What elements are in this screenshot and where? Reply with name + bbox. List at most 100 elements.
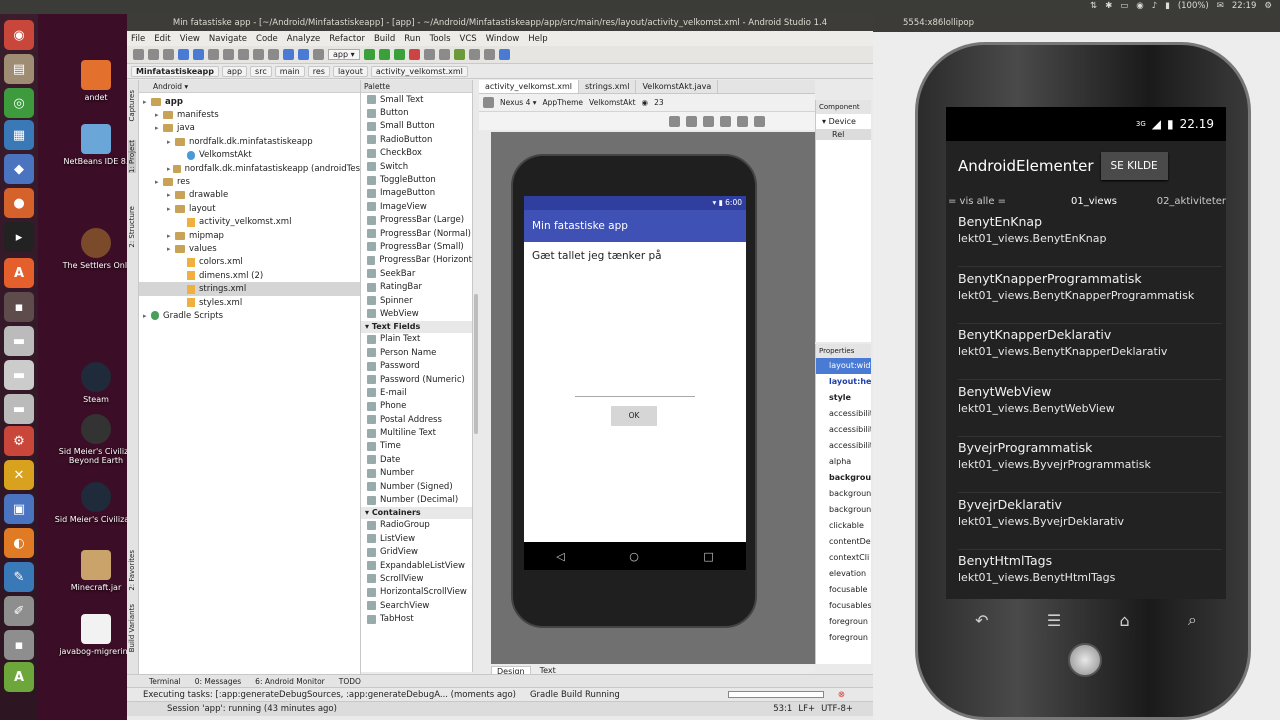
tree-item[interactable]: activity_velkomst.xml	[139, 216, 360, 229]
replace-icon[interactable]	[268, 49, 279, 60]
text-editor-icon[interactable]: ✐	[4, 596, 34, 626]
tab-android-monitor[interactable]: 6: Android Monitor	[255, 677, 325, 686]
palette-item[interactable]: Number (Signed)	[361, 480, 472, 493]
palette-item[interactable]: WebView	[361, 307, 472, 320]
palette-item[interactable]: ImageButton	[361, 187, 472, 200]
tab-vis-alle[interactable]: = vis alle =	[946, 196, 1046, 207]
search-icon[interactable]: ⌕	[1188, 610, 1197, 630]
palette-item[interactable]: Spinner	[361, 294, 472, 307]
property-row[interactable]: foregroun	[816, 630, 871, 646]
trackball[interactable]	[1068, 643, 1102, 677]
sync-icon[interactable]	[163, 49, 174, 60]
palette-item[interactable]: Phone	[361, 400, 472, 413]
list-item[interactable]: ByvejrDeklarativ lekt01_views.ByvejrDekla…	[958, 494, 1222, 550]
android-studio-icon[interactable]: A	[4, 662, 34, 692]
palette-item[interactable]: Time	[361, 440, 472, 453]
chevron-icon[interactable]: ▸	[143, 312, 151, 320]
property-row[interactable]: foregroun	[816, 614, 871, 630]
palette-item[interactable]: Small Text	[361, 93, 472, 106]
crumb-app[interactable]: app	[221, 65, 248, 77]
cut-icon[interactable]	[208, 49, 219, 60]
crumb-layout[interactable]: layout	[332, 65, 368, 77]
element-list[interactable]: BenytEnKnap lekt01_views.BenytEnKnap Benyt…	[946, 211, 1226, 599]
terminal-icon[interactable]: ▸	[4, 222, 34, 252]
clock[interactable]: 22:19	[1232, 1, 1257, 11]
netbeans-icon[interactable]: ◆	[4, 154, 34, 184]
palette-item[interactable]: ProgressBar (Horizont	[361, 254, 472, 267]
search-icon[interactable]	[483, 49, 495, 60]
property-row[interactable]: contentDe	[816, 534, 871, 550]
menu-navigate[interactable]: Navigate	[209, 34, 247, 44]
palette-item[interactable]: RatingBar	[361, 280, 472, 293]
attach-icon[interactable]	[393, 49, 405, 60]
network-icon[interactable]: ⇅	[1090, 1, 1097, 11]
menu-tools[interactable]: Tools	[430, 34, 451, 44]
chevron-icon[interactable]: ▸	[167, 232, 175, 240]
tab-strings[interactable]: strings.xml	[579, 80, 637, 93]
list-item[interactable]: BenytKnapperProgrammatisk lekt01_views.Be…	[958, 268, 1222, 324]
crumb-src[interactable]: src	[250, 65, 272, 77]
chevron-icon[interactable]: ▸	[143, 98, 151, 106]
tree-item[interactable]: ▸ nordfalk.dk.minfatastiskeapp (androidTe…	[139, 162, 360, 175]
encoding[interactable]: UTF-8+	[821, 704, 853, 714]
avd-icon[interactable]	[438, 49, 450, 60]
chevron-icon[interactable]: ▸	[167, 205, 175, 213]
property-row[interactable]: backgroun	[816, 502, 871, 518]
menu-vcs[interactable]: VCS	[460, 34, 477, 44]
list-item[interactable]: BenytHtmlTags lekt01_views.BenytHtmlTags	[958, 550, 1222, 599]
palette-item[interactable]: TabHost	[361, 612, 472, 625]
palette-item[interactable]: RadioGroup	[361, 519, 472, 532]
back-icon[interactable]: ↶	[975, 611, 988, 630]
palette-item[interactable]: Postal Address	[361, 413, 472, 426]
favorites-tab[interactable]: 2: Favorites	[128, 550, 136, 591]
tree-item[interactable]: VelkomstAkt	[139, 149, 360, 162]
menu-code[interactable]: Code	[256, 34, 278, 44]
palette-item[interactable]: Small Button	[361, 120, 472, 133]
tree-item[interactable]: ▸ drawable	[139, 189, 360, 202]
zoom-in-icon[interactable]	[686, 115, 697, 127]
property-row[interactable]: focusable	[816, 582, 871, 598]
property-row[interactable]: style	[816, 390, 871, 406]
undo-icon[interactable]	[178, 49, 189, 60]
app-icon[interactable]: ▪	[4, 292, 34, 322]
palette-item[interactable]: GridView	[361, 546, 472, 559]
palette-item[interactable]: Number (Decimal)	[361, 493, 472, 506]
palette-item[interactable]: ScrollView	[361, 572, 472, 585]
crumb-file[interactable]: activity_velkomst.xml	[370, 65, 468, 77]
structure-tab[interactable]: 2: Structure	[128, 206, 136, 248]
list-item[interactable]: BenytKnapperDeklarativ lekt01_views.Benyt…	[958, 324, 1222, 380]
tree-item[interactable]: ▸ mipmap	[139, 229, 360, 242]
tree-item[interactable]: ▸ app	[139, 95, 360, 108]
property-row[interactable]: contextCli	[816, 550, 871, 566]
tree-item[interactable]: ▸ manifests	[139, 108, 360, 121]
menu-icon[interactable]: ☰	[1047, 611, 1061, 630]
captures-tab[interactable]: Captures	[128, 90, 136, 121]
drive-icon-2[interactable]: ▬	[4, 360, 34, 390]
property-row[interactable]: clickable	[816, 518, 871, 534]
mail-icon[interactable]: ✉	[1217, 1, 1224, 11]
palette-item[interactable]: CheckBox	[361, 147, 472, 160]
chevron-icon[interactable]: ▸	[155, 124, 163, 132]
tab-02-aktiviteter[interactable]: 02_aktiviteter	[1142, 196, 1226, 207]
preview-ok-button[interactable]: OK	[611, 406, 657, 426]
firefox-icon[interactable]: ●	[4, 188, 34, 218]
software-center-icon[interactable]: A	[4, 258, 34, 288]
palette-item[interactable]: Switch	[361, 160, 472, 173]
home-icon[interactable]: ⌂	[1119, 611, 1129, 630]
find-icon[interactable]	[253, 49, 264, 60]
tree-item[interactable]: styles.xml	[139, 296, 360, 309]
tree-item[interactable]: ▸ layout	[139, 202, 360, 215]
tab-messages[interactable]: 0: Messages	[195, 677, 241, 686]
tree-device[interactable]: ▾ Device	[816, 114, 871, 129]
menu-view[interactable]: View	[180, 34, 200, 44]
drive-icon[interactable]: ▬	[4, 326, 34, 356]
sdk-icon[interactable]	[423, 49, 435, 60]
palette-item[interactable]: ProgressBar (Small)	[361, 240, 472, 253]
palette-item[interactable]: Person Name	[361, 346, 472, 359]
refresh-icon[interactable]	[737, 115, 748, 127]
preview-text[interactable]: Gæt tallet jeg tænker på	[524, 242, 746, 270]
battery-icon[interactable]: ▮	[1165, 1, 1170, 11]
build-icon[interactable]	[313, 49, 324, 60]
palette-scroll-thumb[interactable]	[474, 294, 478, 434]
stop-icon[interactable]	[408, 49, 420, 60]
